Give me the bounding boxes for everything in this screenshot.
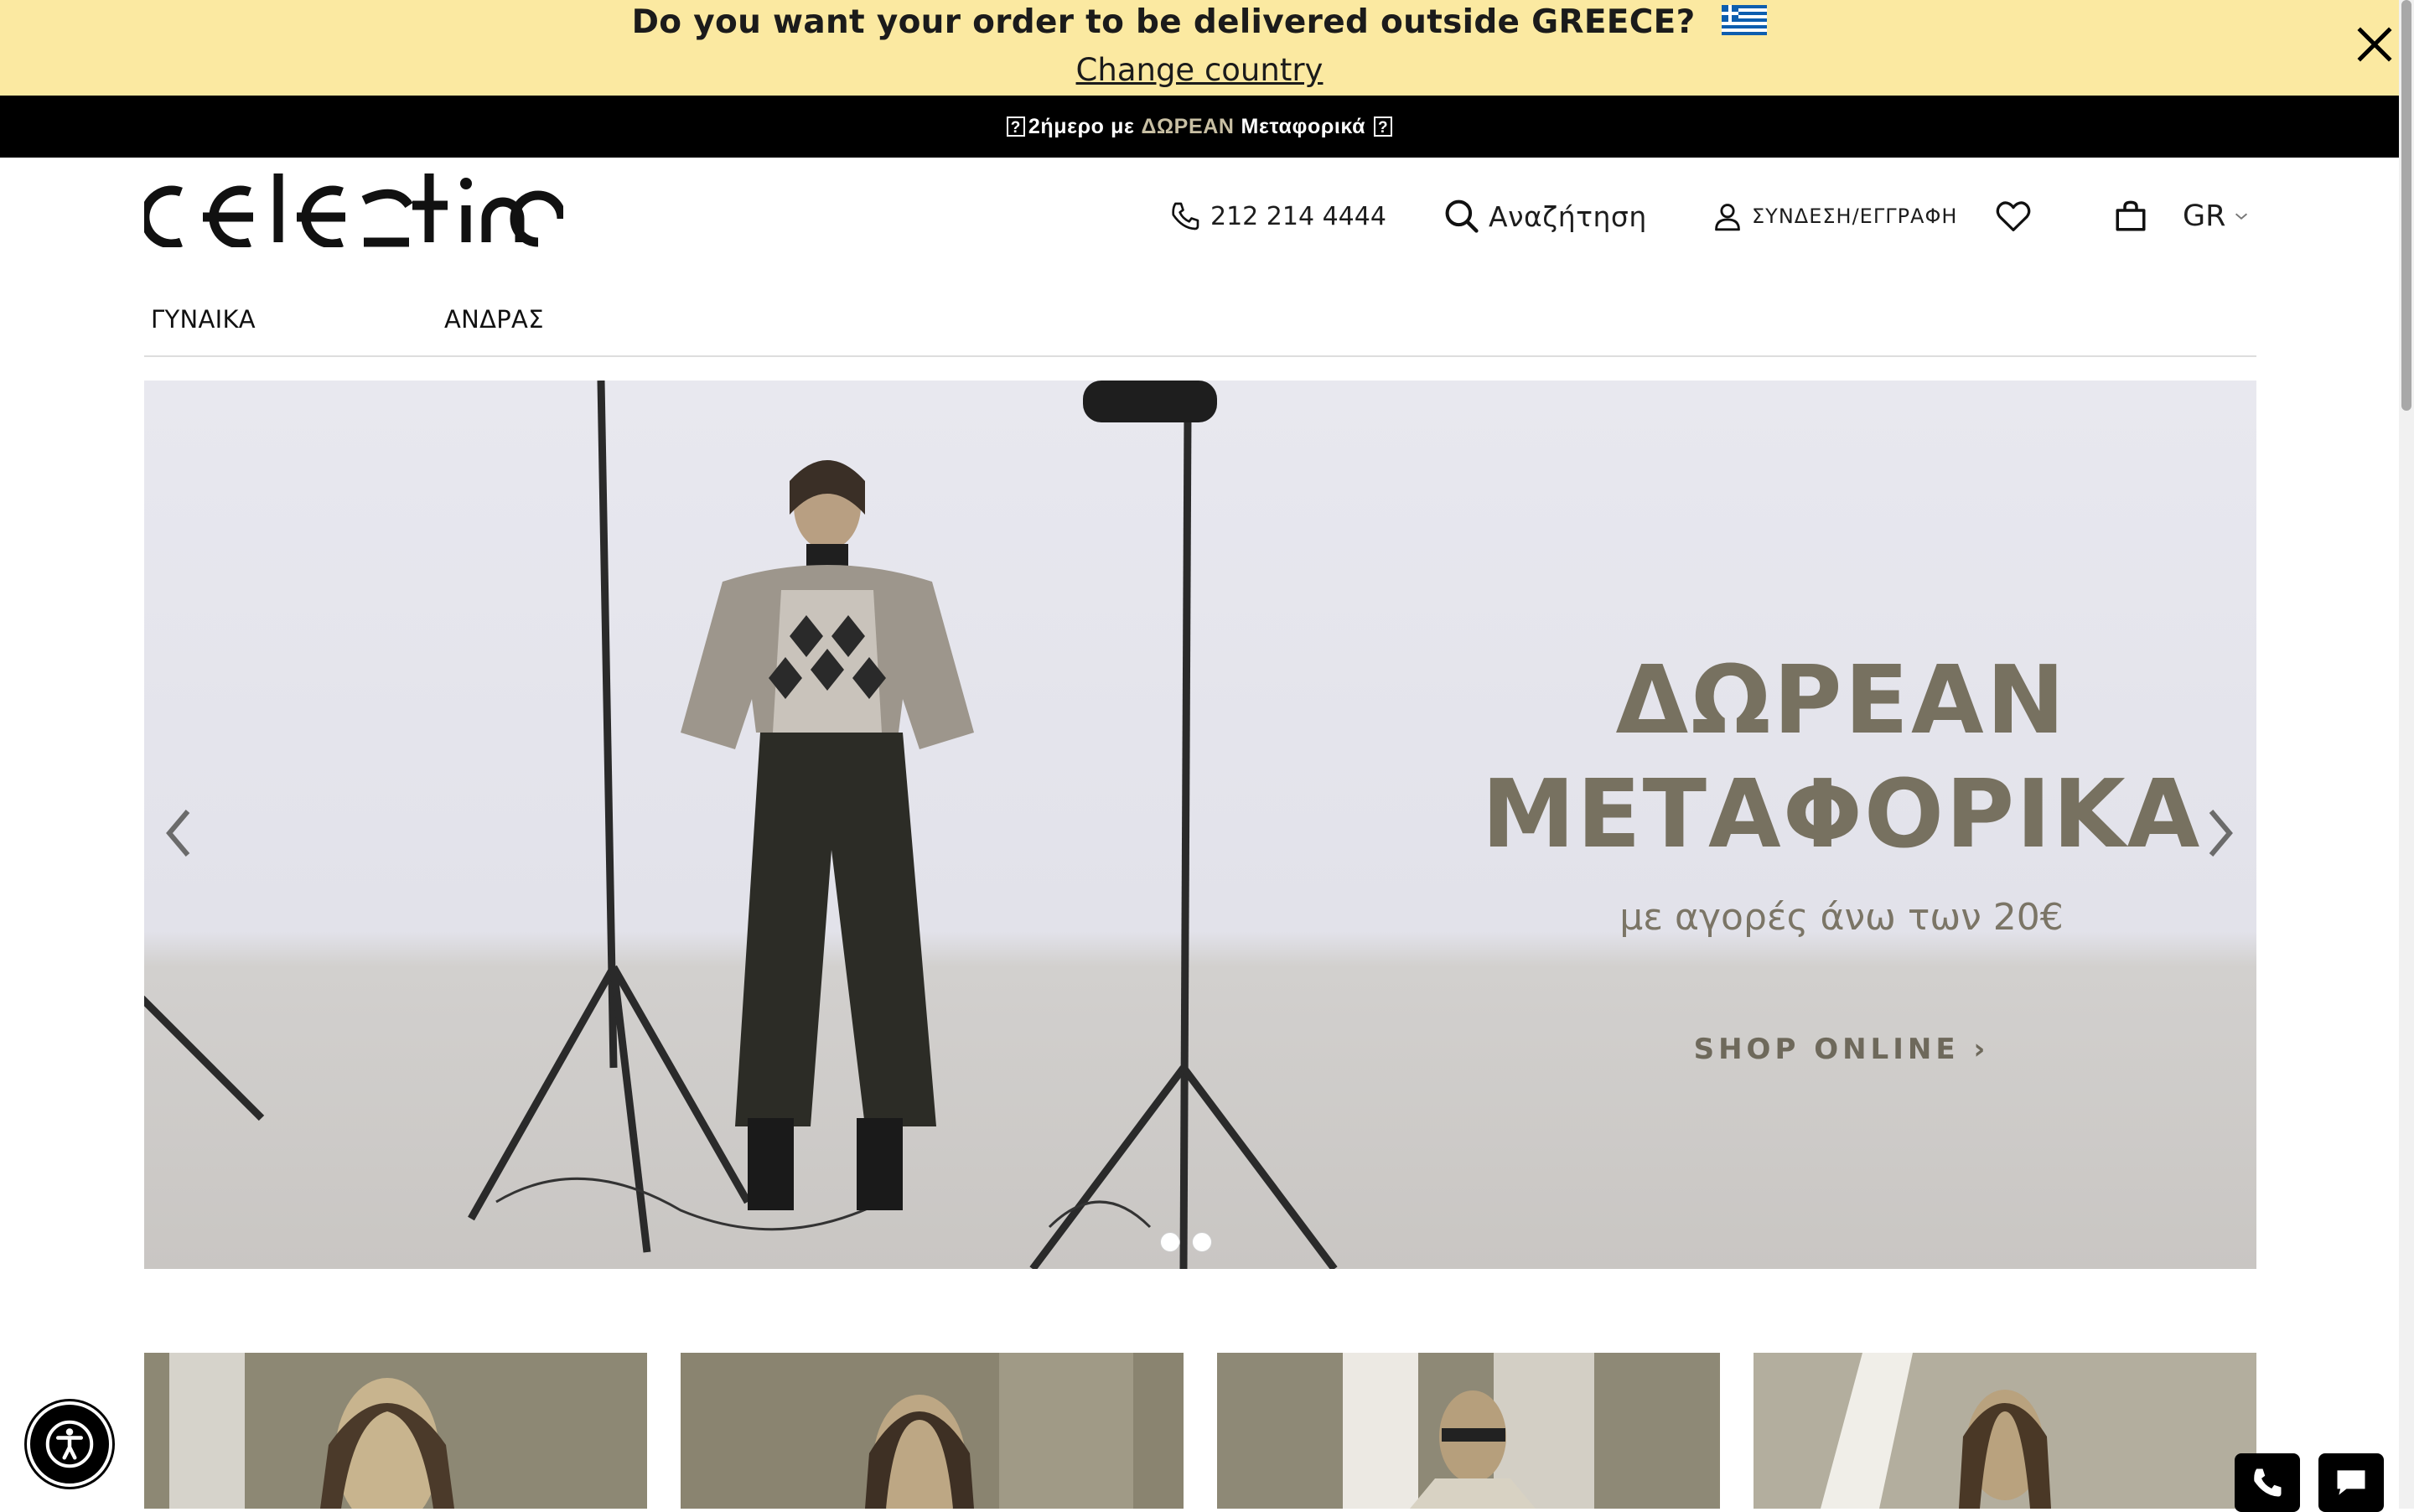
- category-card-image: [1754, 1353, 2256, 1509]
- promo-highlight: ΔΩΡΕΑΝ: [1141, 114, 1235, 138]
- shopping-bag-icon: [2116, 200, 2146, 231]
- heart-icon: [1996, 201, 2031, 231]
- wishlist-button[interactable]: [1995, 191, 2040, 241]
- change-country-link[interactable]: Change country: [0, 52, 2399, 88]
- accessibility-icon: [45, 1420, 94, 1468]
- login-register-link[interactable]: ΣΥΝΔΕΣΗ/ΕΓΓΡΑΦΗ: [1712, 191, 1957, 241]
- phone-number: 212 214 4444: [1210, 201, 1386, 231]
- chevron-left-icon[interactable]: [158, 800, 199, 867]
- hero-title-line2: ΜΕΤΑΦΟΡΙΚΑ: [1481, 760, 2202, 869]
- celestino-logo[interactable]: [144, 172, 563, 247]
- cart-button[interactable]: [2112, 191, 2158, 241]
- country-banner: Do you want your order to be delivered o…: [0, 0, 2399, 96]
- emoji-placeholder-icon: ?: [1006, 117, 1025, 137]
- close-icon[interactable]: [2354, 23, 2396, 65]
- search-button[interactable]: Αναζήτηση: [1443, 191, 1647, 241]
- search-label: Αναζήτηση: [1489, 199, 1647, 233]
- scrollbar-thumb[interactable]: [2401, 0, 2411, 411]
- accessibility-button[interactable]: [27, 1401, 112, 1487]
- promo-prefix: 2ήμερο με: [1028, 114, 1135, 138]
- language-selector[interactable]: GR: [2183, 191, 2251, 241]
- phone-icon: [2254, 1468, 2282, 1497]
- category-card-image: [144, 1353, 647, 1509]
- hero-subtitle: με αγορές άνω των 20€: [1619, 896, 2064, 939]
- category-card[interactable]: [144, 1353, 647, 1509]
- chat-button[interactable]: [2318, 1453, 2384, 1512]
- country-question-text: Do you want your order to be delivered o…: [631, 3, 1696, 41]
- country-question: Do you want your order to be delivered o…: [0, 3, 2399, 41]
- slider-dots: [1160, 1232, 1212, 1252]
- category-card[interactable]: [1754, 1353, 2256, 1509]
- chevron-right-icon[interactable]: [2199, 800, 2241, 867]
- slider-dot-1[interactable]: [1160, 1232, 1180, 1252]
- call-button[interactable]: [2235, 1453, 2300, 1512]
- phone-link[interactable]: 212 214 4444: [1168, 191, 1386, 241]
- chat-icon: [2337, 1470, 2365, 1495]
- category-card[interactable]: [1217, 1353, 1720, 1509]
- hero-slider[interactable]: ΔΩΡΕΑΝ ΜΕΤΑΦΟΡΙΚΑ με αγορές άνω των 20€ …: [144, 381, 2256, 1269]
- category-card-image: [681, 1353, 1184, 1509]
- slider-dot-2[interactable]: [1192, 1232, 1212, 1252]
- language-value: GR: [2183, 199, 2226, 233]
- category-card[interactable]: [681, 1353, 1184, 1509]
- main-nav: ΓΥΝΑΙΚΑ ΑΝΔΡΑΣ: [144, 300, 2256, 357]
- user-icon: [1715, 204, 1740, 231]
- emoji-placeholder-icon: ?: [1374, 117, 1393, 137]
- search-icon: [1445, 199, 1479, 233]
- chevron-down-icon: [2235, 213, 2248, 220]
- promo-suffix: Μεταφορικά: [1241, 114, 1366, 138]
- greece-flag-icon: [1722, 4, 1768, 35]
- phone-icon: [1172, 202, 1199, 230]
- category-card-image: [1217, 1353, 1720, 1509]
- nav-item-men[interactable]: ΑΝΔΡΑΣ: [444, 305, 544, 334]
- promo-strip: ? 2ήμερο με ΔΩΡΕΑΝ Μεταφορικά ?: [0, 96, 2399, 158]
- hero-title-line1: ΔΩΡΕΑΝ: [1615, 646, 2068, 755]
- nav-item-women[interactable]: ΓΥΝΑΙΚΑ: [151, 305, 256, 334]
- page-scrollbar[interactable]: [2399, 0, 2414, 1509]
- login-label: ΣΥΝΔΕΣΗ/ΕΓΓΡΑΦΗ: [1752, 205, 1958, 228]
- shop-online-link[interactable]: SHOP ONLINE ›: [1401, 1033, 2256, 1066]
